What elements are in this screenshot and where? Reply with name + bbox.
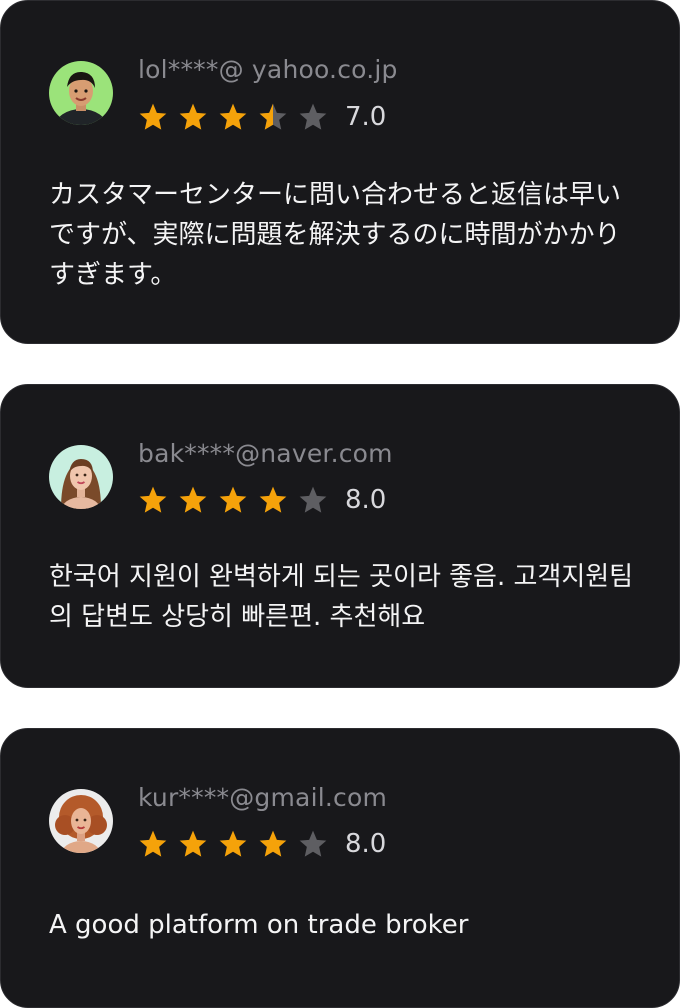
star-empty-icon bbox=[299, 830, 327, 857]
reviewer-email: kur****@gmail.com bbox=[138, 783, 388, 812]
star-filled-icon bbox=[179, 103, 207, 130]
star-filled-icon bbox=[179, 486, 207, 513]
rating-score: 8.0 bbox=[345, 485, 387, 515]
star-half-icon bbox=[259, 103, 287, 130]
star-filled-icon bbox=[219, 486, 247, 513]
review-text: 한국어 지원이 완벽하게 되는 곳이라 좋음. 고객지원팀의 답변도 상당히 빠… bbox=[49, 562, 634, 632]
star-rating: 7.0 bbox=[137, 100, 386, 134]
review-card: bak****@naver.com 8.0 한국어 지원이 완벽하게 되는 곳이… bbox=[0, 384, 680, 688]
star-filled-icon bbox=[179, 830, 207, 857]
user-avatar-icon bbox=[49, 445, 113, 509]
review-card: lol****@ yahoo.co.jp 7.0 カスタマーセンターに問い合わせ… bbox=[0, 0, 680, 344]
reviewer-email: lol****@ yahoo.co.jp bbox=[138, 55, 398, 84]
star-filled-icon bbox=[259, 486, 287, 513]
star-filled-icon bbox=[139, 103, 167, 130]
star-empty-icon bbox=[299, 486, 327, 513]
star-empty-icon bbox=[299, 103, 327, 130]
rating-score: 7.0 bbox=[345, 102, 387, 132]
star-filled-icon bbox=[139, 830, 167, 857]
star-rating: 8.0 bbox=[137, 827, 386, 861]
star-filled-icon bbox=[219, 830, 247, 857]
reviewer-email: bak****@naver.com bbox=[138, 439, 393, 468]
user-avatar-icon bbox=[49, 61, 113, 125]
review-card: kur****@gmail.com 8.0 A good platform on… bbox=[0, 728, 680, 1008]
star-rating: 8.0 bbox=[137, 483, 386, 517]
user-avatar-icon bbox=[49, 789, 113, 853]
star-filled-icon bbox=[139, 486, 167, 513]
review-text: カスタマーセンターに問い合わせると返信は早いですが、実際に問題を解決するのに時間… bbox=[49, 180, 622, 290]
star-filled-icon bbox=[259, 830, 287, 857]
rating-score: 8.0 bbox=[345, 829, 387, 859]
review-text: A good platform on trade broker bbox=[49, 910, 469, 940]
star-filled-icon bbox=[219, 103, 247, 130]
